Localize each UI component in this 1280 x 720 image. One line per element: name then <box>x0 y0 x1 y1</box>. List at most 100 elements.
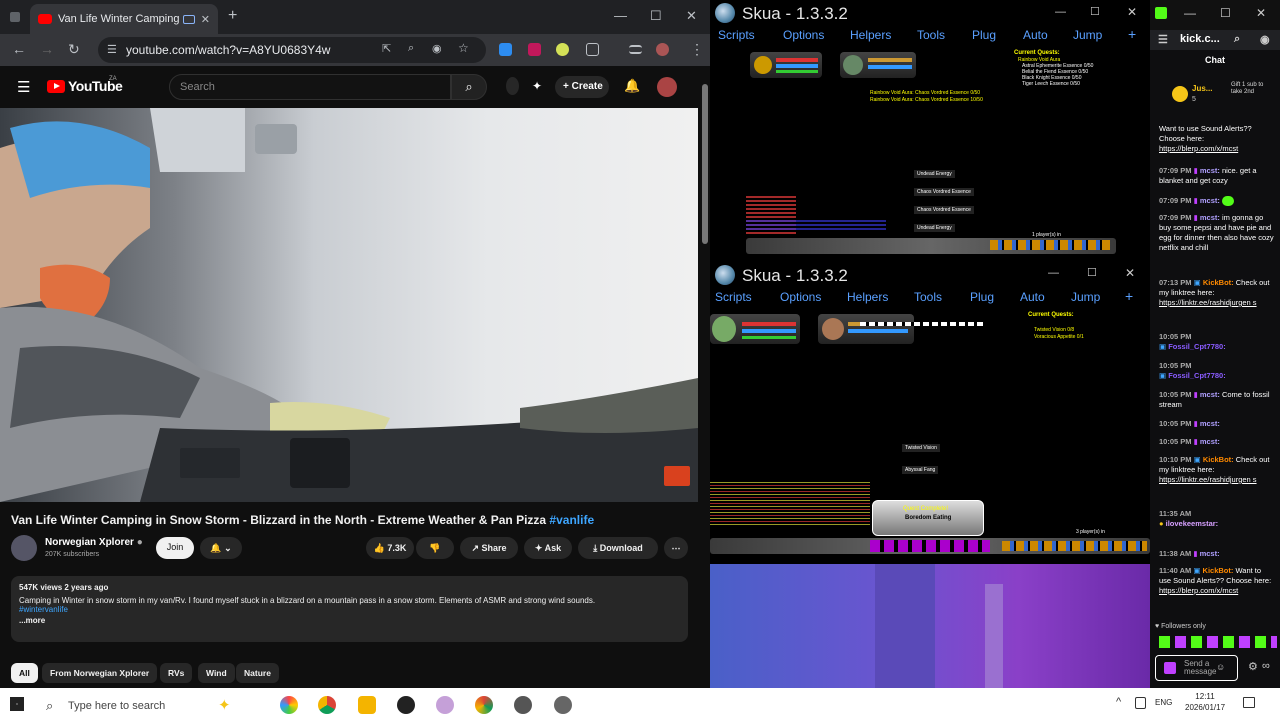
reload-icon[interactable]: ↻ <box>68 41 80 58</box>
hide-icon[interactable]: ◉ <box>1260 33 1270 46</box>
add-tab-icon[interactable]: + <box>1128 26 1136 42</box>
account-avatar[interactable] <box>657 77 677 97</box>
msg-link[interactable]: https://blerp.com/x/mcst <box>1159 586 1238 595</box>
skua-titlebar-2[interactable]: Skua - 1.3.3.2 — ☐ ✕ <box>710 262 1150 288</box>
site-info-icon[interactable]: ☰ <box>107 43 117 56</box>
back-icon[interactable]: ← <box>12 41 26 57</box>
minimize-icon[interactable]: — <box>1184 6 1196 20</box>
chat-settings-icon[interactable]: ⚙ <box>1248 660 1258 673</box>
windows-start-icon[interactable] <box>10 697 24 711</box>
msg-user[interactable]: KickBot: <box>1203 566 1234 575</box>
close-icon[interactable]: ✕ <box>1125 266 1135 280</box>
hide-icon[interactable]: ◉ <box>432 42 442 55</box>
menu-scripts[interactable]: Scripts <box>718 28 755 42</box>
download-button[interactable]: ⤓ Download <box>578 537 658 559</box>
app-icon-purple[interactable] <box>436 696 454 714</box>
minimize-icon[interactable]: — <box>614 8 627 23</box>
show-more-link[interactable]: ...more <box>19 616 680 625</box>
game-viewport-bottom[interactable]: Current Quests: Twisted Vision 0/8 Vorac… <box>710 308 1150 564</box>
tray-chevron-icon[interactable]: ^ <box>1116 696 1121 708</box>
menu-kebab-icon[interactable]: ⋮ <box>690 41 704 58</box>
youtube-search-button[interactable]: ⌕ <box>451 74 487 100</box>
youtube-logo-icon[interactable] <box>47 80 65 93</box>
menu-plug[interactable]: Plug <box>972 28 996 42</box>
close-icon[interactable]: ✕ <box>1256 6 1266 20</box>
more-actions-button[interactable]: ⋯ <box>664 537 688 559</box>
address-bar[interactable]: ☰ youtube.com/watch?v=A8YU0683Y4w ⇱ ⌕ ◉ … <box>98 37 486 63</box>
scrollbar-thumb[interactable] <box>702 84 708 244</box>
obs-icon[interactable] <box>397 696 415 714</box>
msg-user[interactable]: mcst: <box>1200 419 1220 428</box>
description-box[interactable]: 547K views 2 years ago Camping in Winter… <box>11 576 688 642</box>
maximize-icon[interactable]: ☐ <box>1090 5 1100 18</box>
chip-from-channel[interactable]: From Norwegian Xplorer <box>42 663 158 683</box>
menu-jump[interactable]: Jump <box>1073 28 1102 42</box>
emoji-picker-icon[interactable]: ☺ <box>1216 662 1225 672</box>
menu-auto[interactable]: Auto <box>1020 290 1045 304</box>
notifications-icon[interactable] <box>1243 697 1255 708</box>
chip-nature[interactable]: Nature <box>236 663 279 683</box>
menu-tools[interactable]: Tools <box>917 28 945 42</box>
new-tab-icon[interactable]: + <box>228 7 237 25</box>
join-button[interactable]: Join <box>156 537 194 559</box>
menu-scripts[interactable]: Scripts <box>715 290 752 304</box>
create-button[interactable]: + Create <box>555 76 609 98</box>
msg-user[interactable]: KickBot: <box>1203 278 1234 287</box>
msg-user[interactable]: mcst: <box>1200 437 1220 446</box>
extensions-puzzle-icon[interactable] <box>586 43 599 56</box>
skua-taskbar-icon[interactable] <box>554 696 572 714</box>
chip-all[interactable]: All <box>11 663 38 683</box>
infinity-icon[interactable]: ∞ <box>1262 660 1270 672</box>
extension-yellow-icon[interactable] <box>556 43 569 56</box>
chip-rvs[interactable]: RVs <box>160 663 193 683</box>
close-tab-icon[interactable]: ✕ <box>201 13 210 26</box>
app-icon-colorful[interactable] <box>280 696 298 714</box>
file-explorer-icon[interactable] <box>358 696 376 714</box>
bookmark-star-icon[interactable]: ☆ <box>458 41 469 55</box>
channel-avatar[interactable] <box>11 535 37 561</box>
msg-user[interactable]: Fossil_Cpt7780: <box>1168 342 1226 351</box>
maximize-icon[interactable]: ☐ <box>1087 266 1097 279</box>
youtube-search-input[interactable]: Search <box>169 74 451 100</box>
msg-user[interactable]: mcst: <box>1200 390 1220 399</box>
dislike-button[interactable]: 👎 <box>416 537 454 559</box>
msg-user[interactable]: mcst: <box>1200 549 1220 558</box>
menu-auto[interactable]: Auto <box>1023 28 1048 42</box>
site-info-icon[interactable]: ☰ <box>1158 33 1168 46</box>
chip-wind[interactable]: Wind <box>198 663 235 683</box>
skill-icons[interactable] <box>1002 541 1147 551</box>
maximize-icon[interactable]: ☐ <box>1220 6 1231 20</box>
notifications-bell-icon[interactable]: 🔔 <box>624 78 640 94</box>
skua-titlebar[interactable]: Skua - 1.3.3.2 — ☐ ✕ <box>710 0 1150 26</box>
chrome-icon-2[interactable] <box>475 696 493 714</box>
channel-name[interactable]: Norwegian Xplorer ● <box>45 537 143 548</box>
like-button[interactable]: 👍 7.3K <box>366 537 414 559</box>
msg-user[interactable]: ilovekeemstar: <box>1166 519 1219 528</box>
msg-link[interactable]: https://blerp.com/x/mcst <box>1159 144 1238 153</box>
skill-icons[interactable] <box>990 240 1110 250</box>
msg-user[interactable]: mcst: <box>1200 196 1220 205</box>
profile-avatar-icon[interactable] <box>656 43 669 56</box>
network-icon[interactable] <box>1135 697 1146 709</box>
settings-gear-icon[interactable] <box>514 696 532 714</box>
close-icon[interactable]: ✕ <box>1127 5 1137 19</box>
page-scrollbar[interactable] <box>700 74 710 688</box>
msg-user[interactable]: Fossil_Cpt7780: <box>1168 371 1226 380</box>
emote-bar[interactable] <box>1159 636 1277 648</box>
minimize-icon[interactable]: — <box>1048 267 1059 279</box>
msg-user[interactable]: KickBot: <box>1203 455 1234 464</box>
msg-link[interactable]: https://linktr.ee/rashidjurgen s <box>1159 475 1257 484</box>
voice-search-icon[interactable] <box>506 77 519 95</box>
add-tab-icon[interactable]: + <box>1125 288 1133 304</box>
ask-button[interactable]: ✦ Ask <box>524 537 572 559</box>
menu-options[interactable]: Options <box>780 290 821 304</box>
ai-sparkle-icon[interactable]: ✦ <box>532 79 542 93</box>
zoom-icon[interactable]: ⌕ <box>408 42 414 55</box>
video-player[interactable] <box>0 108 698 502</box>
menu-helpers[interactable]: Helpers <box>847 290 888 304</box>
share-button[interactable]: ↗ Share <box>460 537 518 559</box>
close-window-icon[interactable]: ✕ <box>686 8 697 24</box>
zoom-icon[interactable]: ⌕ <box>1234 33 1240 46</box>
maximize-icon[interactable]: ☐ <box>650 8 662 24</box>
taskbar-clock[interactable]: 12:11 2026/01/17 <box>1185 691 1225 713</box>
